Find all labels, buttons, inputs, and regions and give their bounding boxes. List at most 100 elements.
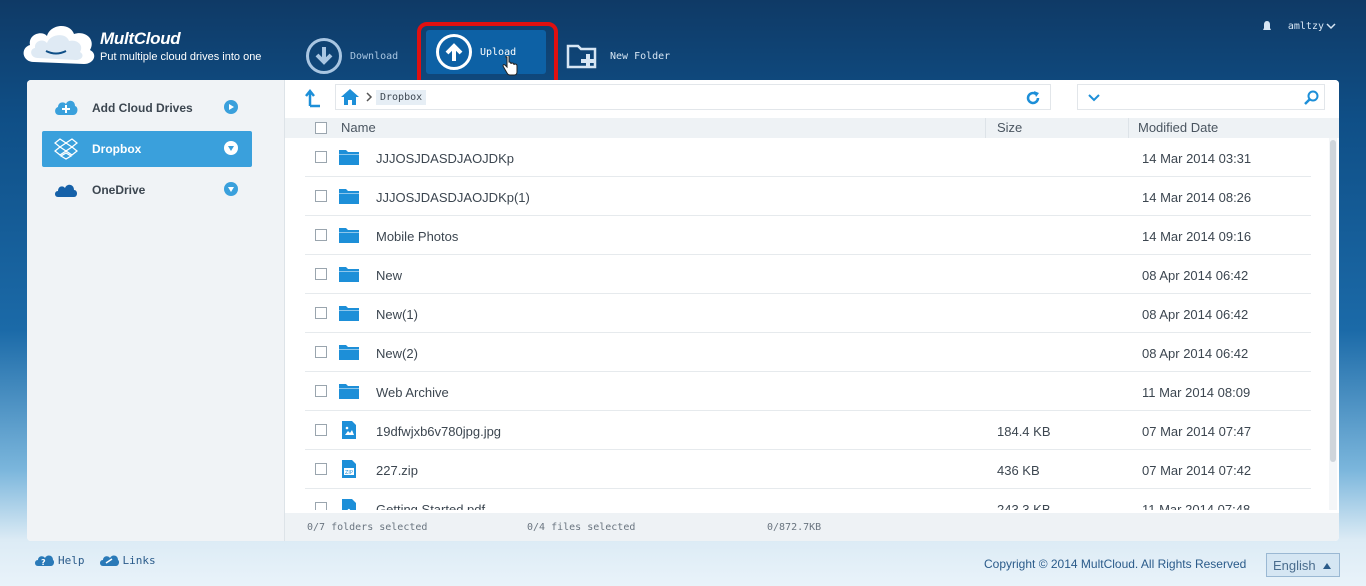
help-link[interactable]: ? Help (34, 553, 85, 567)
table-row[interactable]: New 08 Apr 2014 06:42 (305, 255, 1311, 294)
file-list-scrollbar[interactable] (1329, 138, 1337, 510)
download-label: Download (350, 50, 399, 62)
language-select[interactable]: English (1266, 553, 1340, 577)
sidebar-item-dropbox[interactable]: Dropbox (42, 131, 252, 167)
folder-icon (339, 306, 359, 321)
copyright-text: Copyright © 2014 MultCloud. All Rights R… (984, 557, 1247, 571)
row-checkbox[interactable] (315, 190, 327, 202)
links-link[interactable]: Links (99, 553, 156, 567)
scroll-thumb[interactable] (1330, 140, 1336, 462)
sidebar-item-label: OneDrive (92, 183, 146, 197)
file-date: 14 Mar 2014 09:16 (1142, 229, 1252, 244)
select-all-checkbox[interactable] (315, 122, 327, 134)
folders-selected: 0/7 folders selected (307, 522, 428, 533)
file-name[interactable]: New(2) (376, 346, 418, 361)
folder-icon (339, 384, 359, 399)
file-name[interactable]: New (376, 268, 402, 283)
svg-text:ZIP: ZIP (345, 470, 353, 476)
file-browser: Dropbox Name Size Modified Date JJJOSJDA… (285, 80, 1339, 541)
footer-links: ? Help Links (34, 553, 156, 567)
main-panel: Add Cloud Drives Dropbox OneDrive Dropbo… (27, 80, 1339, 541)
folder-icon (339, 228, 359, 243)
table-row[interactable]: Web Archive 11 Mar 2014 08:09 (305, 372, 1311, 411)
table-header: Name Size Modified Date (285, 118, 1339, 138)
row-checkbox[interactable] (315, 268, 327, 280)
file-list: JJJOSJDASDJAOJDKp 14 Mar 2014 03:31 JJJO… (305, 138, 1311, 510)
file-name[interactable]: Web Archive (376, 385, 449, 400)
file-date: 07 Mar 2014 07:47 (1142, 424, 1252, 439)
file-name[interactable]: 19dfwjxb6v780jpg.jpg (376, 424, 501, 439)
user-menu[interactable]: amltzy (1262, 20, 1336, 32)
file-name[interactable]: New(1) (376, 307, 418, 322)
header-name[interactable]: Name (341, 120, 376, 135)
svg-text:?: ? (41, 558, 46, 567)
file-date: 08 Apr 2014 06:42 (1142, 268, 1249, 283)
file-name[interactable]: JJJOSJDASDJAOJDKp(1) (376, 190, 530, 205)
sidebar: Add Cloud Drives Dropbox OneDrive (27, 80, 285, 541)
file-name[interactable]: JJJOSJDASDJAOJDKp (376, 151, 514, 166)
language-label: English (1273, 557, 1316, 573)
multcloud-logo[interactable]: MultCloud Put multiple cloud drives into… (20, 18, 280, 78)
file-name[interactable]: 227.zip (376, 463, 418, 478)
up-level-icon[interactable] (305, 88, 323, 108)
sidebar-item-label: Dropbox (92, 142, 142, 156)
cloud-logo-icon (23, 25, 95, 64)
play-arrow-icon[interactable] (224, 100, 238, 114)
chevron-right-icon (366, 92, 373, 102)
brand-name: MultCloud (100, 29, 181, 48)
file-date: 07 Mar 2014 07:42 (1142, 463, 1252, 478)
bell-icon[interactable] (1262, 20, 1272, 32)
sidebar-item-add-cloud-drives[interactable]: Add Cloud Drives (42, 90, 252, 126)
row-checkbox[interactable] (315, 346, 327, 358)
search-input[interactable] (1077, 84, 1325, 110)
brand-tagline: Put multiple cloud drives into one (100, 51, 262, 63)
table-row[interactable]: Mobile Photos 14 Mar 2014 09:16 (305, 216, 1311, 255)
folder-icon (339, 189, 359, 204)
table-row[interactable]: New(1) 08 Apr 2014 06:42 (305, 294, 1311, 333)
file-date: 08 Apr 2014 06:42 (1142, 346, 1249, 361)
dropbox-icon (54, 138, 78, 160)
row-checkbox[interactable] (315, 229, 327, 241)
table-row[interactable]: Getting Started.pdf 243.3 KB 11 Mar 2014… (305, 489, 1311, 510)
row-checkbox[interactable] (315, 502, 327, 510)
file-name[interactable]: Getting Started.pdf (376, 502, 485, 510)
file-size: 184.4 KB (997, 424, 1051, 439)
sidebar-item-onedrive[interactable]: OneDrive (42, 172, 252, 208)
table-row[interactable]: ZIP 227.zip 436 KB 07 Mar 2014 07:42 (305, 450, 1311, 489)
row-checkbox[interactable] (315, 151, 327, 163)
search-icon[interactable] (1304, 90, 1320, 106)
table-row[interactable]: JJJOSJDASDJAOJDKp 14 Mar 2014 03:31 (305, 138, 1311, 177)
username: amltzy (1287, 20, 1324, 32)
folder-icon (339, 345, 359, 360)
help-cloud-icon: ? (35, 555, 54, 567)
row-checkbox[interactable] (315, 385, 327, 397)
row-checkbox[interactable] (315, 424, 327, 436)
new-folder-button[interactable]: New Folder (566, 36, 686, 76)
table-row[interactable]: 19dfwjxb6v780jpg.jpg 184.4 KB 07 Mar 201… (305, 411, 1311, 450)
chevron-down-icon[interactable] (1088, 93, 1100, 103)
table-row[interactable]: New(2) 08 Apr 2014 06:42 (305, 333, 1311, 372)
download-icon (306, 38, 342, 74)
add-cloud-icon (54, 98, 78, 118)
row-checkbox[interactable] (315, 463, 327, 475)
file-date: 11 Mar 2014 07:48 (1142, 502, 1251, 510)
refresh-icon[interactable] (1024, 89, 1042, 107)
links-label: Links (122, 553, 156, 567)
header-modified-date[interactable]: Modified Date (1138, 120, 1218, 135)
row-checkbox[interactable] (315, 307, 327, 319)
folder-icon (339, 150, 359, 165)
download-button[interactable]: Download (306, 36, 406, 76)
breadcrumb-dropbox[interactable]: Dropbox (376, 89, 427, 105)
image-file-icon (342, 421, 356, 439)
file-size: 436 KB (997, 463, 1040, 478)
files-selected: 0/4 files selected (527, 522, 636, 533)
header-size[interactable]: Size (997, 120, 1022, 135)
folder-icon (339, 267, 359, 282)
table-row[interactable]: JJJOSJDASDJAOJDKp(1) 14 Mar 2014 08:26 (305, 177, 1311, 216)
home-icon[interactable] (340, 88, 360, 106)
chevron-down-icon[interactable] (224, 141, 238, 155)
file-name[interactable]: Mobile Photos (376, 229, 458, 244)
breadcrumb: Dropbox (335, 84, 1051, 110)
chevron-down-icon[interactable] (224, 182, 238, 196)
file-date: 14 Mar 2014 03:31 (1142, 151, 1252, 166)
